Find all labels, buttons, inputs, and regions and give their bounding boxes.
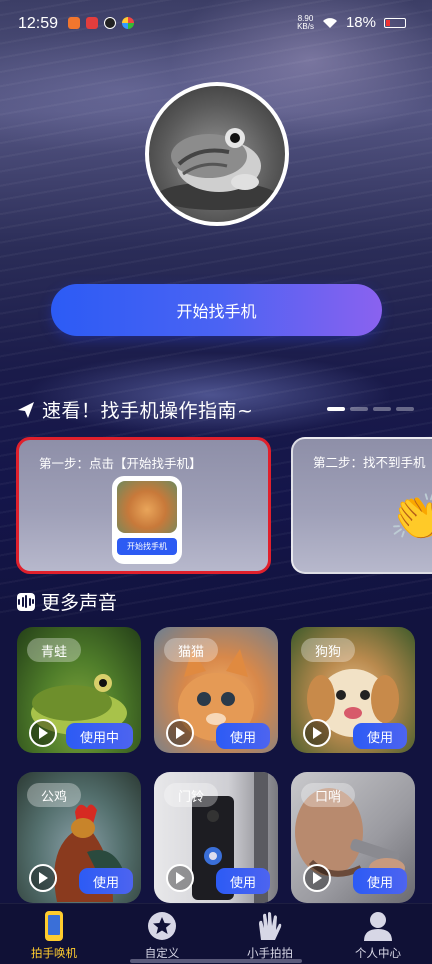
play-icon[interactable]	[166, 864, 194, 892]
guide-header: 速看！找手机操作指南~	[16, 396, 253, 423]
use-sound-button[interactable]: 使用中	[65, 723, 133, 749]
cat-thumbnail	[117, 481, 177, 533]
sound-name: 公鸡	[27, 783, 82, 807]
sound-card-doorbell[interactable]: 门铃 使用	[154, 772, 278, 903]
bottom-tab-bar: 拍手唤机 自定义 小手拍拍 个人中心	[0, 903, 432, 964]
notification-icons	[68, 17, 134, 29]
play-icon[interactable]	[29, 864, 57, 892]
mockup-start-button: 开始找手机	[117, 538, 177, 555]
clap-icon	[259, 912, 282, 940]
tab-little-hands[interactable]: 小手拍拍	[216, 908, 324, 962]
sound-name: 猫猫	[164, 638, 219, 662]
tab-profile[interactable]: 个人中心	[324, 908, 432, 962]
sound-card-dog[interactable]: 狗狗 使用	[291, 627, 415, 753]
more-sounds-header: 更多声音	[17, 588, 117, 615]
person-icon	[364, 912, 392, 941]
clapping-hands-icon: 👏	[389, 489, 432, 544]
tab-label: 拍手唤机	[31, 946, 77, 960]
status-bar: 12:59 8.90 KB/s 18%	[0, 0, 432, 48]
net-speed: 8.90 KB/s	[297, 14, 314, 31]
paper-plane-icon	[18, 401, 34, 418]
carousel-indicator	[327, 407, 414, 411]
play-icon[interactable]	[303, 864, 331, 892]
guide-step-text: 第一步：点击【开始找手机】	[39, 456, 202, 471]
tab-custom[interactable]: 自定义	[108, 908, 216, 962]
tab-label: 个人中心	[355, 946, 401, 960]
play-icon[interactable]	[303, 719, 331, 747]
play-icon[interactable]	[166, 719, 194, 747]
guide-card-step-2[interactable]: 第二步：找不到手机 👏	[291, 437, 432, 574]
sound-name: 狗狗	[301, 638, 356, 662]
sound-wave-icon	[17, 592, 35, 611]
app-notification-icon	[104, 17, 116, 29]
app-notification-icon	[68, 17, 80, 29]
sound-card-frog[interactable]: 青蛙 使用中	[17, 627, 141, 753]
carousel-dot	[396, 407, 414, 411]
sound-name: 口哨	[301, 783, 356, 807]
star-icon	[148, 912, 176, 940]
status-time: 12:59	[18, 15, 59, 32]
use-sound-button[interactable]: 使用	[352, 868, 407, 894]
app-notification-icon	[122, 17, 134, 29]
net-speed-unit: KB/s	[297, 21, 314, 31]
sound-card-whistle[interactable]: 口哨 使用	[291, 772, 415, 903]
use-sound-button[interactable]: 使用	[78, 868, 133, 894]
wifi-icon	[322, 17, 337, 28]
use-sound-button[interactable]: 使用	[215, 868, 270, 894]
home-indicator	[130, 959, 302, 963]
frog-image	[157, 128, 277, 210]
use-sound-button[interactable]: 使用	[215, 723, 270, 749]
use-sound-button[interactable]: 使用	[352, 723, 407, 749]
more-sounds-title: 更多声音	[41, 592, 118, 614]
sound-name: 门铃	[164, 783, 219, 807]
phone-icon	[45, 911, 63, 941]
carousel-dot	[350, 407, 368, 411]
play-icon[interactable]	[29, 719, 57, 747]
sound-name: 青蛙	[27, 638, 82, 662]
phone-mockup: 开始找手机	[112, 476, 182, 564]
battery-percent: 18%	[345, 14, 376, 31]
sound-card-cat[interactable]: 猫猫 使用	[154, 627, 278, 753]
battery-icon	[384, 17, 406, 28]
guide-card-step-1[interactable]: 第一步：点击【开始找手机】 开始找手机	[16, 437, 271, 574]
current-sound-avatar[interactable]	[145, 82, 289, 226]
carousel-dot	[373, 407, 391, 411]
sound-card-rooster[interactable]: 公鸡 使用	[17, 772, 141, 903]
guide-title: 速看！找手机操作指南~	[42, 400, 254, 422]
status-right: 8.90 KB/s 18%	[297, 14, 406, 31]
tab-clap-wake[interactable]: 拍手唤机	[0, 908, 108, 962]
start-find-phone-button[interactable]: 开始找手机	[51, 284, 382, 336]
guide-step-text: 第二步：找不到手机	[313, 455, 426, 470]
carousel-dot-active	[327, 407, 345, 411]
app-notification-icon	[86, 17, 98, 29]
